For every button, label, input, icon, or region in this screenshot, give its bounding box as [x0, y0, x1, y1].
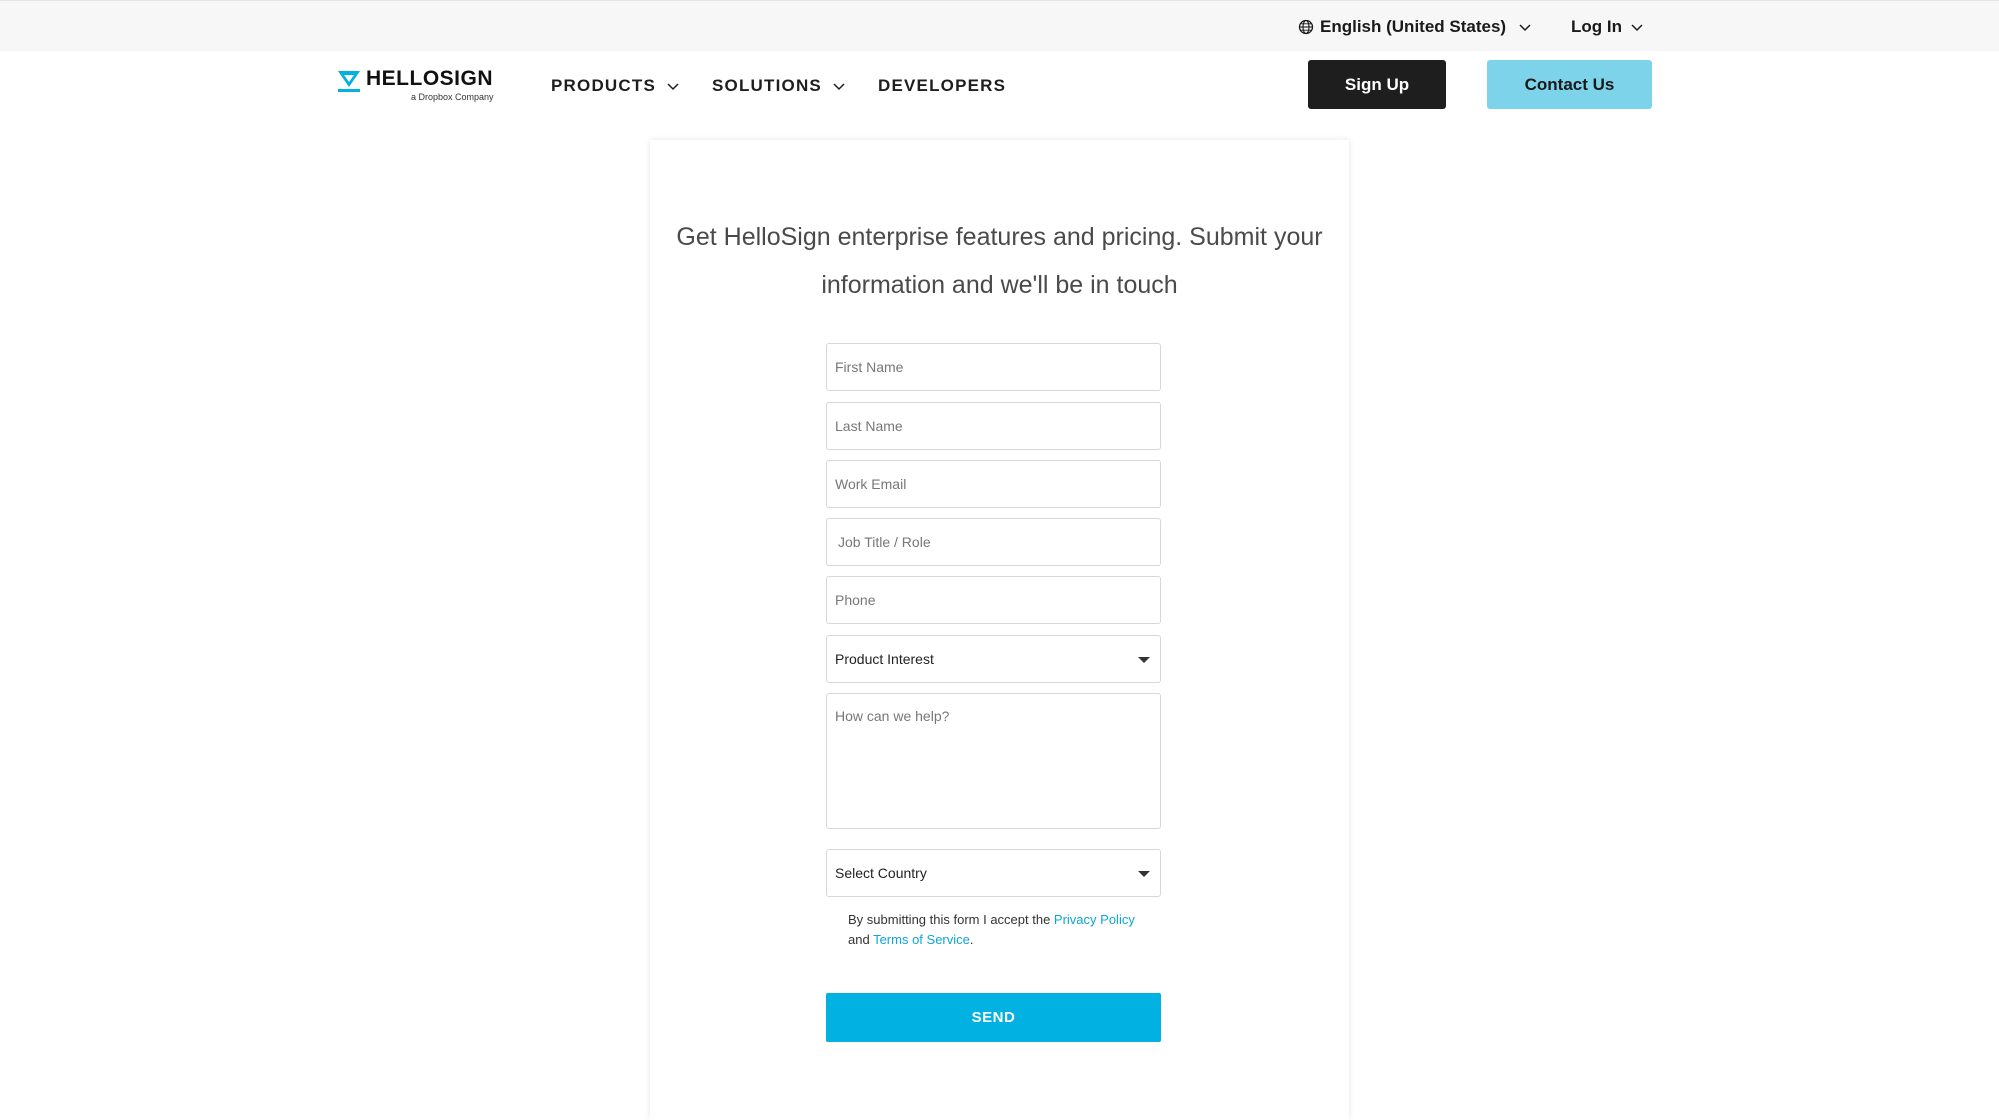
product-interest-select[interactable]: Product Interest — [826, 635, 1161, 683]
nav-item-products[interactable]: PRODUCTS — [551, 74, 680, 98]
nav-item-label: SOLUTIONS — [712, 76, 822, 95]
contact-us-button[interactable]: Contact Us — [1487, 60, 1652, 109]
hellosign-check-icon — [338, 71, 360, 92]
chevron-down-icon — [1519, 24, 1531, 32]
phone-input[interactable] — [826, 576, 1161, 624]
how-can-we-help-textarea[interactable] — [826, 693, 1161, 829]
language-label: English (United States) — [1320, 17, 1507, 36]
login-menu[interactable]: Log In — [1571, 16, 1644, 38]
consent-text: By submitting this form I accept the Pri… — [848, 910, 1148, 950]
caret-down-icon — [1138, 657, 1150, 663]
contact-form-card: Get HelloSign enterprise features and pr… — [650, 140, 1349, 1120]
privacy-policy-link[interactable]: Privacy Policy — [1054, 912, 1135, 927]
country-select[interactable]: Select Country — [826, 849, 1161, 897]
consent-suffix: . — [969, 932, 974, 947]
last-name-input[interactable] — [826, 402, 1161, 450]
first-name-input[interactable] — [826, 343, 1161, 391]
logo-wordmark: HELLOSIGN — [366, 67, 494, 90]
chevron-down-icon — [833, 83, 845, 91]
product-interest-value: Product Interest — [835, 651, 934, 667]
chevron-down-icon — [1631, 24, 1643, 32]
logo-subtitle: a Dropbox Company — [411, 92, 494, 102]
nav-item-solutions[interactable]: SOLUTIONS — [712, 74, 846, 98]
work-email-input[interactable] — [826, 460, 1161, 508]
job-title-input[interactable] — [826, 518, 1161, 566]
caret-down-icon — [1138, 871, 1150, 877]
nav-item-label: PRODUCTS — [551, 76, 656, 95]
globe-icon — [1298, 19, 1314, 35]
consent-and: and — [848, 932, 874, 947]
main-nav: HELLOSIGN a Dropbox Company PRODUCTS SOL… — [0, 51, 1999, 119]
sign-up-button[interactable]: Sign Up — [1308, 60, 1446, 109]
send-button[interactable]: SEND — [826, 993, 1161, 1042]
chevron-down-icon — [667, 83, 679, 91]
hellosign-logo[interactable]: HELLOSIGN a Dropbox Company — [337, 65, 497, 105]
nav-item-label: DEVELOPERS — [878, 76, 1007, 95]
form-headline: Get HelloSign enterprise features and pr… — [676, 223, 1323, 299]
utility-bar: English (United States) Log In — [0, 0, 1999, 51]
consent-prefix: By submitting this form I accept the — [848, 912, 1054, 927]
language-selector[interactable]: English (United States) — [1298, 16, 1532, 38]
terms-of-service-link[interactable]: Terms of Service — [873, 932, 970, 947]
country-value: Select Country — [835, 865, 927, 881]
nav-item-developers[interactable]: DEVELOPERS — [878, 74, 1006, 98]
login-label: Log In — [1571, 17, 1622, 36]
